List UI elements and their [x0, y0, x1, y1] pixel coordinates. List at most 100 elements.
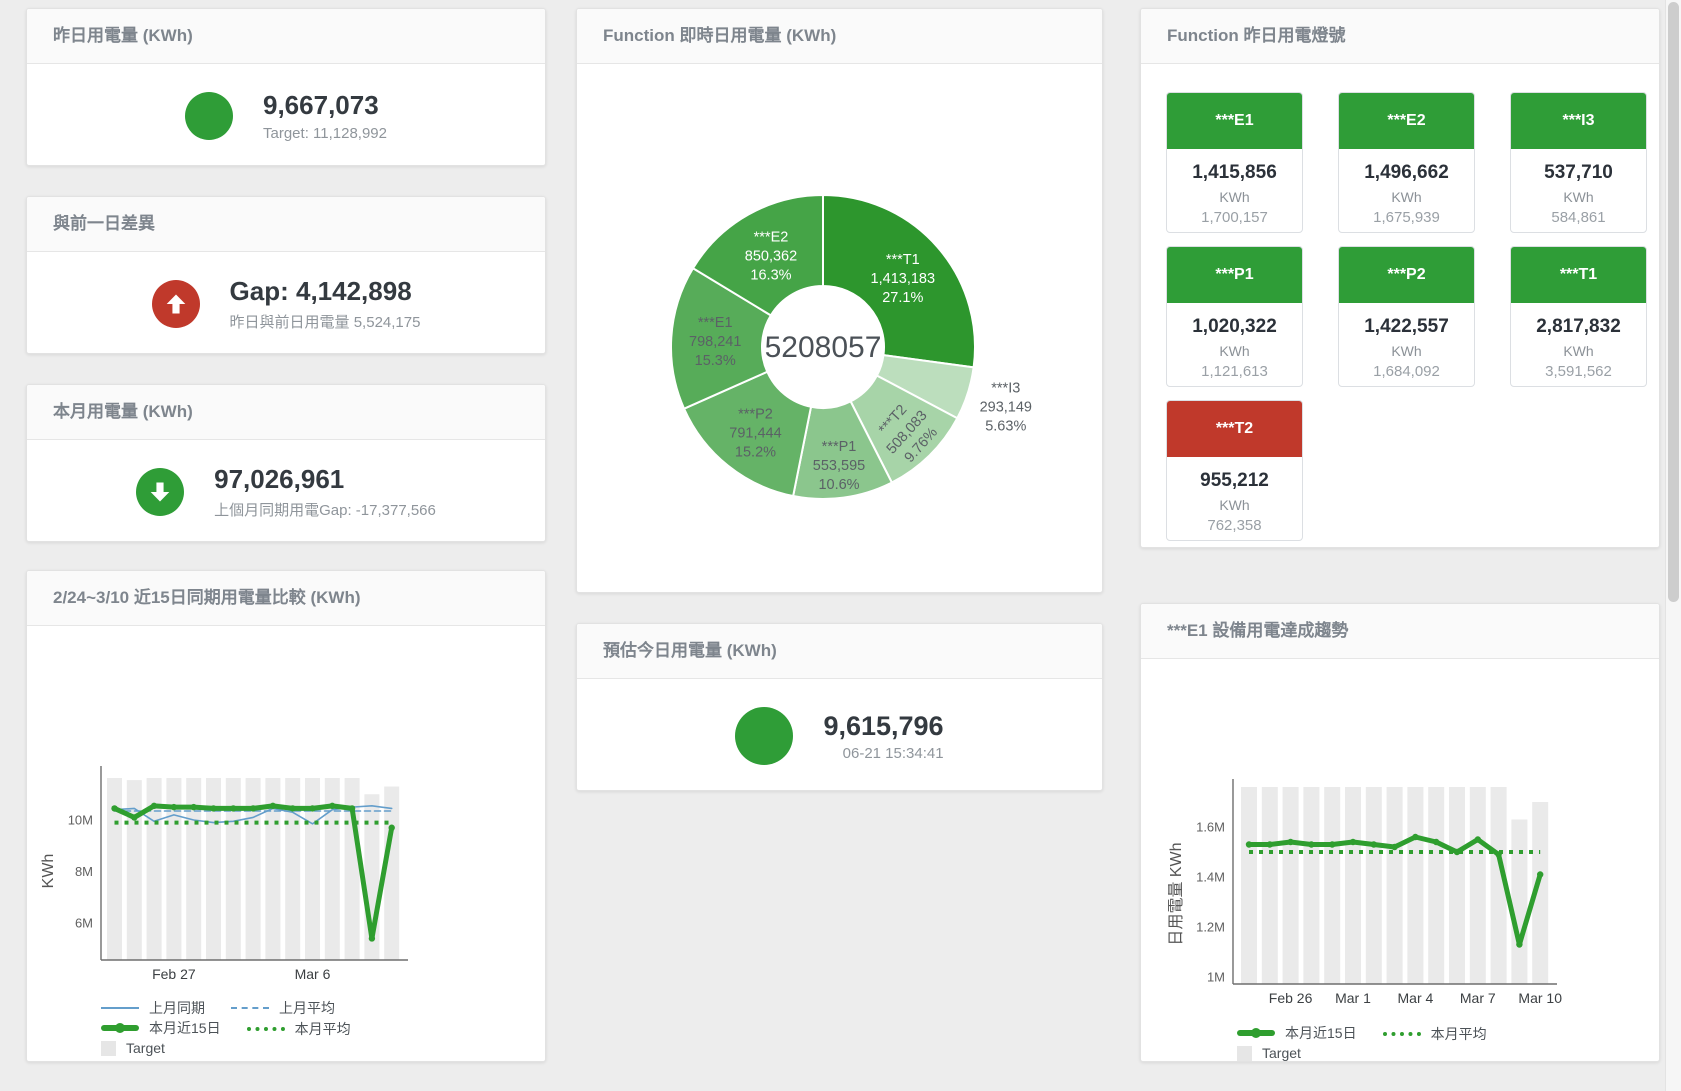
series-point [1246, 841, 1252, 847]
legend-row: 上月同期上月平均 [101, 993, 545, 1015]
series-point [1350, 839, 1356, 845]
series-point [1308, 841, 1314, 847]
legend-item[interactable]: Target [1237, 1042, 1301, 1064]
light-tile-T2: ***T2955,212KWh762,358 [1166, 400, 1303, 541]
realtime-usage-donut-chart[interactable]: ***T11,413,18327.1%***I3293,1495.63%***T… [577, 64, 1102, 593]
yesterday-usage-value: 9,667,073 [263, 90, 387, 121]
tile-target-value: 1,684,092 [1339, 363, 1474, 380]
target-bar [1387, 787, 1403, 984]
series-point [349, 805, 355, 811]
series-point [1537, 871, 1543, 877]
series-point [1287, 839, 1293, 845]
panel-title: Function 昨日用電燈號 [1141, 9, 1659, 64]
tile-unit: KWh [1339, 189, 1474, 205]
target-bar [1345, 787, 1361, 984]
target-legend-marker-icon [101, 1041, 116, 1056]
panel-title: ***E1 設備用電達成趨勢 [1141, 604, 1659, 659]
estimate-timestamp: 06-21 15:34:41 [823, 745, 943, 762]
y-tick-label: 1.4M [1196, 870, 1225, 885]
y-tick-label: 1M [1207, 970, 1225, 985]
series-point [1475, 836, 1481, 842]
target-bar [1449, 787, 1465, 984]
tile-value: 2,817,832 [1511, 316, 1646, 338]
tile-target-value: 1,675,939 [1339, 209, 1474, 226]
compare-15day-chart[interactable]: 10M8M6MFeb 27Mar 6KWh [27, 626, 547, 988]
series-point [309, 805, 315, 811]
legend-label: 本月平均 [295, 1018, 351, 1040]
tile-unit: KWh [1167, 343, 1302, 359]
tile-value: 537,710 [1511, 162, 1646, 184]
e1-trend-chart[interactable]: 1.6M1.4M1.2M1MFeb 26Mar 1Mar 4Mar 7Mar 1… [1141, 659, 1661, 1011]
tile-target-value: 584,861 [1511, 209, 1646, 226]
tile-unit: KWh [1511, 189, 1646, 205]
series-point [111, 805, 117, 811]
light-tiles-grid: ***E11,415,856KWh1,700,157***E21,496,662… [1141, 64, 1659, 541]
legend-item[interactable]: 本月近15日 [1237, 1022, 1357, 1044]
target-bar [1511, 820, 1527, 985]
legend-item[interactable]: 本月近15日 [101, 1017, 221, 1039]
legend-item[interactable]: 本月平均 [247, 1018, 351, 1040]
panel-realtime-usage: Function 即時日用電量 (KWh) ***T11,413,18327.1… [576, 8, 1103, 593]
legend-item[interactable]: Target [101, 1037, 165, 1059]
donut-slice-label: ***I3293,1495.63% [980, 381, 1032, 435]
x-tick-label: Feb 27 [152, 966, 196, 982]
y-tick-label: 1.2M [1196, 920, 1225, 935]
target-bar [1303, 787, 1319, 984]
arrow-up-icon [152, 280, 200, 328]
legend-row: Target [101, 1037, 545, 1059]
yesterday-usage-target: Target: 11,128,992 [263, 125, 387, 142]
x-tick-label: Feb 26 [1269, 990, 1313, 1006]
legend-row: 本月近15日 本月平均 [101, 1015, 545, 1037]
tile-value: 1,415,856 [1167, 162, 1302, 184]
panel-estimate-today: 預估今日用電量 (KWh) 9,615,796 06-21 15:34:41 [576, 623, 1103, 791]
x-tick-label: Mar 10 [1518, 990, 1562, 1006]
panel-title: 昨日用電量 (KWh) [27, 9, 545, 64]
legend-label: Target [126, 1037, 165, 1059]
tile-unit: KWh [1339, 343, 1474, 359]
compare-chart-legend: 上月同期上月平均本月近15日 本月平均 Target [27, 993, 545, 1059]
tile-value: 1,020,322 [1167, 316, 1302, 338]
status-circle-green-icon [185, 92, 233, 140]
legend-row: Target [1237, 1042, 1659, 1064]
legend-label: 本月近15日 [149, 1017, 221, 1039]
tile-unit: KWh [1511, 343, 1646, 359]
legend-item[interactable]: 本月平均 [1383, 1023, 1487, 1045]
series-point [230, 805, 236, 811]
target-bar [1283, 787, 1299, 984]
series-point [250, 805, 256, 811]
series-point [191, 804, 197, 810]
scrollbar-thumb[interactable] [1668, 2, 1679, 602]
target-bar [1407, 787, 1423, 984]
target-bar [1241, 787, 1257, 984]
y-axis-title: KWh [40, 854, 57, 889]
target-bar [384, 787, 399, 960]
panel-15day-compare: 2/24~3/10 近15日同期用電量比較 (KWh) 10M8M6MFeb 2… [26, 570, 546, 1062]
tile-status-header: ***P2 [1339, 247, 1474, 303]
y-tick-label: 8M [75, 864, 93, 879]
panel-yesterday-usage: 昨日用電量 (KWh) 9,667,073 Target: 11,128,992 [26, 8, 546, 166]
legend-label: 本月平均 [1431, 1023, 1487, 1045]
panel-yesterday-lights: Function 昨日用電燈號 ***E11,415,856KWh1,700,1… [1140, 8, 1660, 548]
light-tile-E2: ***E21,496,662KWh1,675,939 [1338, 92, 1475, 233]
tile-status-header: ***P1 [1167, 247, 1302, 303]
arrow-down-icon [136, 468, 184, 516]
series-point [329, 803, 335, 809]
tile-target-value: 762,358 [1167, 517, 1302, 534]
series-point [369, 935, 375, 941]
legend-label: 本月近15日 [1285, 1022, 1357, 1044]
series-point [290, 805, 296, 811]
light-tile-T1: ***T12,817,832KWh3,591,562 [1510, 246, 1647, 387]
panel-title: Function 即時日用電量 (KWh) [577, 9, 1102, 64]
x-tick-label: Mar 6 [295, 966, 331, 982]
light-tile-P2: ***P21,422,557KWh1,684,092 [1338, 246, 1475, 387]
tile-value: 1,496,662 [1339, 162, 1474, 184]
month-usage-gap: 上個月同期用電Gap: -17,377,566 [214, 499, 436, 520]
tile-target-value: 3,591,562 [1511, 363, 1646, 380]
y-tick-label: 1.6M [1196, 820, 1225, 835]
y-tick-label: 6M [75, 916, 93, 931]
trend-chart-legend: 本月近15日 本月平均 Target [1141, 1020, 1659, 1064]
series-point [1495, 851, 1501, 857]
scrollbar-track[interactable] [1665, 0, 1681, 1091]
target-bar [1366, 787, 1382, 984]
y-axis-title: 日用電量 KWh [1168, 842, 1185, 945]
